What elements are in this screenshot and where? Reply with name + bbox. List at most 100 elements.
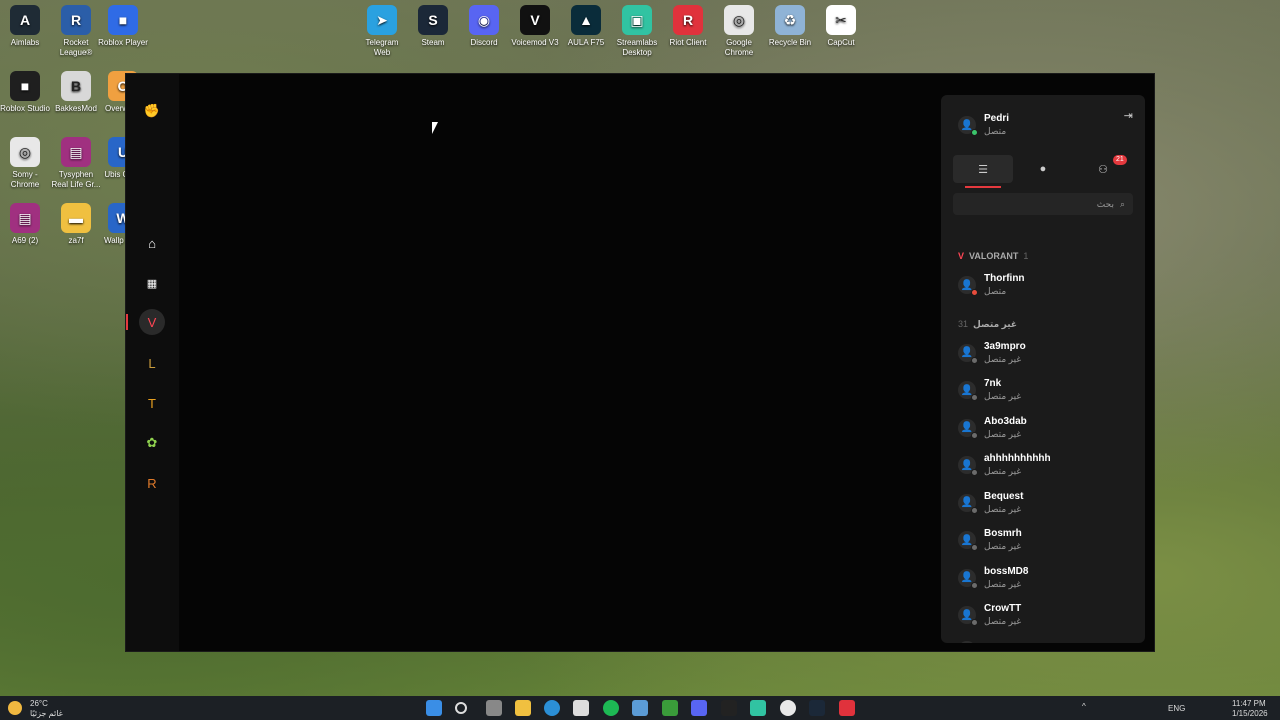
tab-friend-requests[interactable]: ⚇ 21 — [1073, 155, 1133, 183]
search-icon: ⌕ — [1119, 198, 1125, 209]
friend-group-header[interactable]: V VALORANT 1 — [958, 251, 1028, 261]
desktop-icon[interactable]: ✂ CapCut — [816, 5, 866, 48]
friend-row[interactable]: 👤 CrowTT غير متصل — [958, 603, 1021, 627]
friend-name: ahhhhhhhhhh — [984, 453, 1051, 464]
chrome-icon[interactable] — [780, 700, 796, 716]
edge-icon[interactable] — [544, 700, 560, 716]
desktop-icon[interactable]: ◎ Google Chrome — [714, 5, 764, 58]
desktop-icon-label: A69 (2) — [11, 236, 39, 245]
desktop-icon-label: Telegram Web — [365, 38, 399, 57]
friend-row[interactable]: 👤 Abo3dab غير متصل — [958, 416, 1027, 440]
spotify-icon[interactable] — [603, 700, 619, 716]
friend-row[interactable]: 👤 Thorfinn متصل — [958, 273, 1025, 297]
clock-time[interactable]: 11:47 PM — [1232, 699, 1266, 708]
tray-chevron-icon[interactable]: ^ — [1082, 702, 1086, 711]
avatar: 👤 — [958, 343, 978, 364]
group-title: غير متصل — [973, 318, 1018, 329]
tab-friends-list[interactable]: ☰ — [953, 155, 1013, 188]
app-icon: A — [10, 5, 40, 35]
friend-row[interactable]: 👤 7nk غير متصل — [958, 378, 1021, 402]
riot-fist-icon[interactable]: ✊ — [139, 98, 165, 124]
app-icon: R — [673, 5, 703, 35]
friend-group-header[interactable]: 31 غير متصل — [958, 319, 1017, 330]
language[interactable]: ENG — [1168, 704, 1185, 713]
search-icon[interactable] — [455, 702, 467, 714]
desktop-icon-label: BakkesMod — [55, 104, 97, 113]
home-icon[interactable]: ⌂ — [139, 230, 165, 256]
desktop-icon[interactable]: ■ Roblox Player — [98, 5, 148, 48]
xbox-icon[interactable] — [662, 700, 678, 716]
store-icon[interactable] — [573, 700, 589, 716]
friend-row[interactable]: 👤 Bosmrh غير متصل — [958, 528, 1022, 552]
app-icon: ▬ — [61, 203, 91, 233]
collapse-panel-icon[interactable]: ⇥ — [1124, 109, 1133, 122]
desktop-icon[interactable]: S Steam — [408, 5, 458, 48]
friend-name: Thorfinn — [984, 273, 1025, 284]
file-explorer-icon[interactable] — [515, 700, 531, 716]
avatar: 👤 — [958, 531, 978, 551]
desktop-icon[interactable]: R Riot Client — [663, 5, 713, 48]
desktop-icon-label: Google Chrome — [724, 38, 754, 57]
grid-icon[interactable]: ▦ — [139, 270, 165, 296]
desktop-icon-label: AULA F75 — [567, 38, 605, 47]
friend-name: Bequest — [984, 490, 1024, 502]
desktop-icon[interactable]: ◉ Discord — [459, 5, 509, 48]
friend-row[interactable]: 👤 bossMD8 غير متصل — [958, 566, 1028, 590]
tft-icon[interactable]: T — [139, 390, 165, 416]
desktop-icon[interactable]: ◎ Somy - Chrome — [0, 137, 50, 190]
desktop-icon[interactable]: ▣ Streamlabs Desktop — [612, 5, 662, 58]
desktop-icon[interactable]: ♻ Recycle Bin — [765, 5, 815, 48]
friend-status: غير متصل — [984, 353, 1022, 364]
desktop-icon[interactable]: B BakkesMod — [51, 71, 101, 114]
avatar: 👤 — [958, 640, 976, 643]
desktop-icon-label: Discord — [470, 38, 498, 47]
desktop-icon-label: CapCut — [827, 38, 855, 47]
weather-text: غائم جزئيًا — [30, 709, 63, 718]
start-icon[interactable] — [426, 700, 442, 716]
app-icon[interactable] — [632, 700, 648, 716]
requests-badge: 21 — [1113, 155, 1127, 165]
desktop-icon[interactable]: ▲ AULA F75 — [561, 5, 611, 48]
app-icon: B — [61, 71, 91, 101]
search-input[interactable]: بحث — [1097, 199, 1114, 210]
friend-requests-icon: ⚇ — [1098, 163, 1108, 176]
league-icon[interactable]: L — [139, 350, 165, 376]
my-status: متصل — [984, 126, 1007, 136]
avatar: 👤 — [958, 456, 978, 476]
friend-row[interactable]: 👤 Bequest غير متصل — [958, 491, 1023, 515]
desktop-icon[interactable]: ➤ Telegram Web — [357, 5, 407, 58]
desktop-icon[interactable]: ▤ A69 (2) — [0, 203, 50, 246]
task-view-icon[interactable] — [486, 700, 502, 716]
app-icon: ◎ — [10, 137, 40, 167]
valorant-icon[interactable]: V — [139, 309, 165, 335]
friend-status: غير متصل — [984, 578, 1022, 589]
runeterra-icon[interactable]: R — [139, 470, 165, 496]
friend-name: Bosmrh — [984, 528, 1022, 539]
lor-icon[interactable]: ✿ — [139, 430, 165, 456]
friend-search[interactable]: بحث ⌕ — [953, 193, 1133, 215]
riot-client-icon[interactable] — [839, 700, 855, 716]
tab-chat[interactable]: ● — [1013, 155, 1073, 183]
friend-status: متصل — [984, 286, 1007, 296]
friend-row[interactable]: 👤Dilas — [958, 640, 1008, 643]
desktop-icon[interactable]: A Aimlabs — [0, 5, 50, 48]
clock-date[interactable]: 1/15/2026 — [1232, 709, 1268, 718]
desktop-icon[interactable]: R Rocket League® — [51, 5, 101, 58]
desktop-icon[interactable]: ■ Roblox Studio — [0, 71, 50, 114]
desktop-icon[interactable]: ▤ Tysyphen Real Life Gr... — [51, 137, 101, 190]
friend-row[interactable]: 👤 3a9mpro غير متصل — [958, 341, 1026, 365]
voicemod-icon[interactable] — [721, 700, 737, 716]
weather-icon[interactable] — [8, 701, 22, 715]
discord-icon[interactable] — [691, 700, 707, 716]
desktop-icon[interactable]: ▬ za7f — [51, 203, 101, 246]
steam-icon[interactable] — [809, 700, 825, 716]
app-icon: ■ — [10, 71, 40, 101]
my-profile[interactable]: 👤 Pedri متصل — [958, 113, 1009, 137]
presence-dot — [971, 544, 978, 551]
group-count: 1 — [1023, 251, 1029, 261]
desktop-icon[interactable]: V Voicemod V3 — [510, 5, 560, 48]
friend-row[interactable]: 👤 ahhhhhhhhhh غير متصل — [958, 453, 1051, 477]
app-icon: ➤ — [367, 5, 397, 35]
streamlabs-icon[interactable] — [750, 700, 766, 716]
desktop-icon-label: Tysyphen Real Life Gr... — [51, 170, 101, 189]
